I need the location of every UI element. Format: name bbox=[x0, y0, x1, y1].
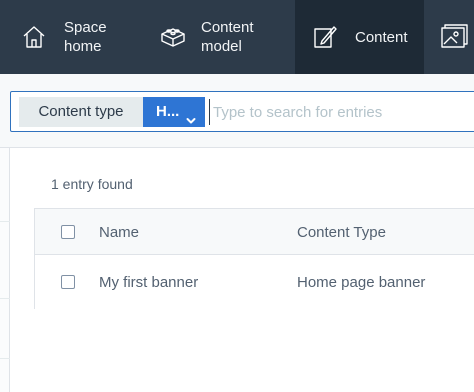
results-count: 1 entry found bbox=[51, 176, 133, 192]
search-bar: Content type H... bbox=[10, 91, 474, 132]
content-model-icon bbox=[159, 23, 187, 51]
nav-item-space-home[interactable]: Space home bbox=[0, 0, 147, 74]
nav-item-label: Content bbox=[355, 29, 408, 46]
filter-pill-value-text: H... bbox=[156, 103, 180, 120]
nav-item-content-model[interactable]: Content model bbox=[147, 0, 295, 74]
home-icon bbox=[20, 23, 48, 51]
search-input[interactable] bbox=[209, 99, 469, 125]
top-navigation: Space home Content model Content bbox=[0, 0, 474, 74]
table-header: Name Content Type bbox=[35, 209, 474, 255]
entry-name[interactable]: My first banner bbox=[99, 274, 198, 291]
nav-item-label: Space home bbox=[64, 19, 107, 55]
row-checkbox[interactable] bbox=[61, 275, 75, 289]
table-row[interactable]: My first banner Home page banner bbox=[35, 255, 474, 309]
nav-item-label: Content model bbox=[201, 19, 254, 55]
content-icon bbox=[311, 23, 339, 51]
divider bbox=[0, 358, 10, 359]
select-all-checkbox[interactable] bbox=[61, 225, 75, 239]
filter-pill-label[interactable]: Content type bbox=[19, 97, 143, 127]
entries-table: Name Content Type My first banner Home p… bbox=[34, 208, 474, 309]
filter-pill-value[interactable]: H... bbox=[143, 97, 205, 127]
entry-content-type: Home page banner bbox=[297, 274, 426, 291]
divider bbox=[0, 221, 10, 222]
column-header-content-type[interactable]: Content Type bbox=[297, 224, 386, 241]
left-sidebar-edge bbox=[0, 148, 10, 392]
search-area: Content type H... bbox=[0, 74, 474, 148]
nav-item-content[interactable]: Content bbox=[295, 0, 424, 74]
chevron-down-icon bbox=[186, 107, 196, 124]
column-header-name[interactable]: Name bbox=[99, 224, 139, 241]
nav-item-media[interactable] bbox=[424, 0, 474, 74]
media-icon bbox=[440, 23, 468, 51]
divider bbox=[0, 298, 10, 299]
